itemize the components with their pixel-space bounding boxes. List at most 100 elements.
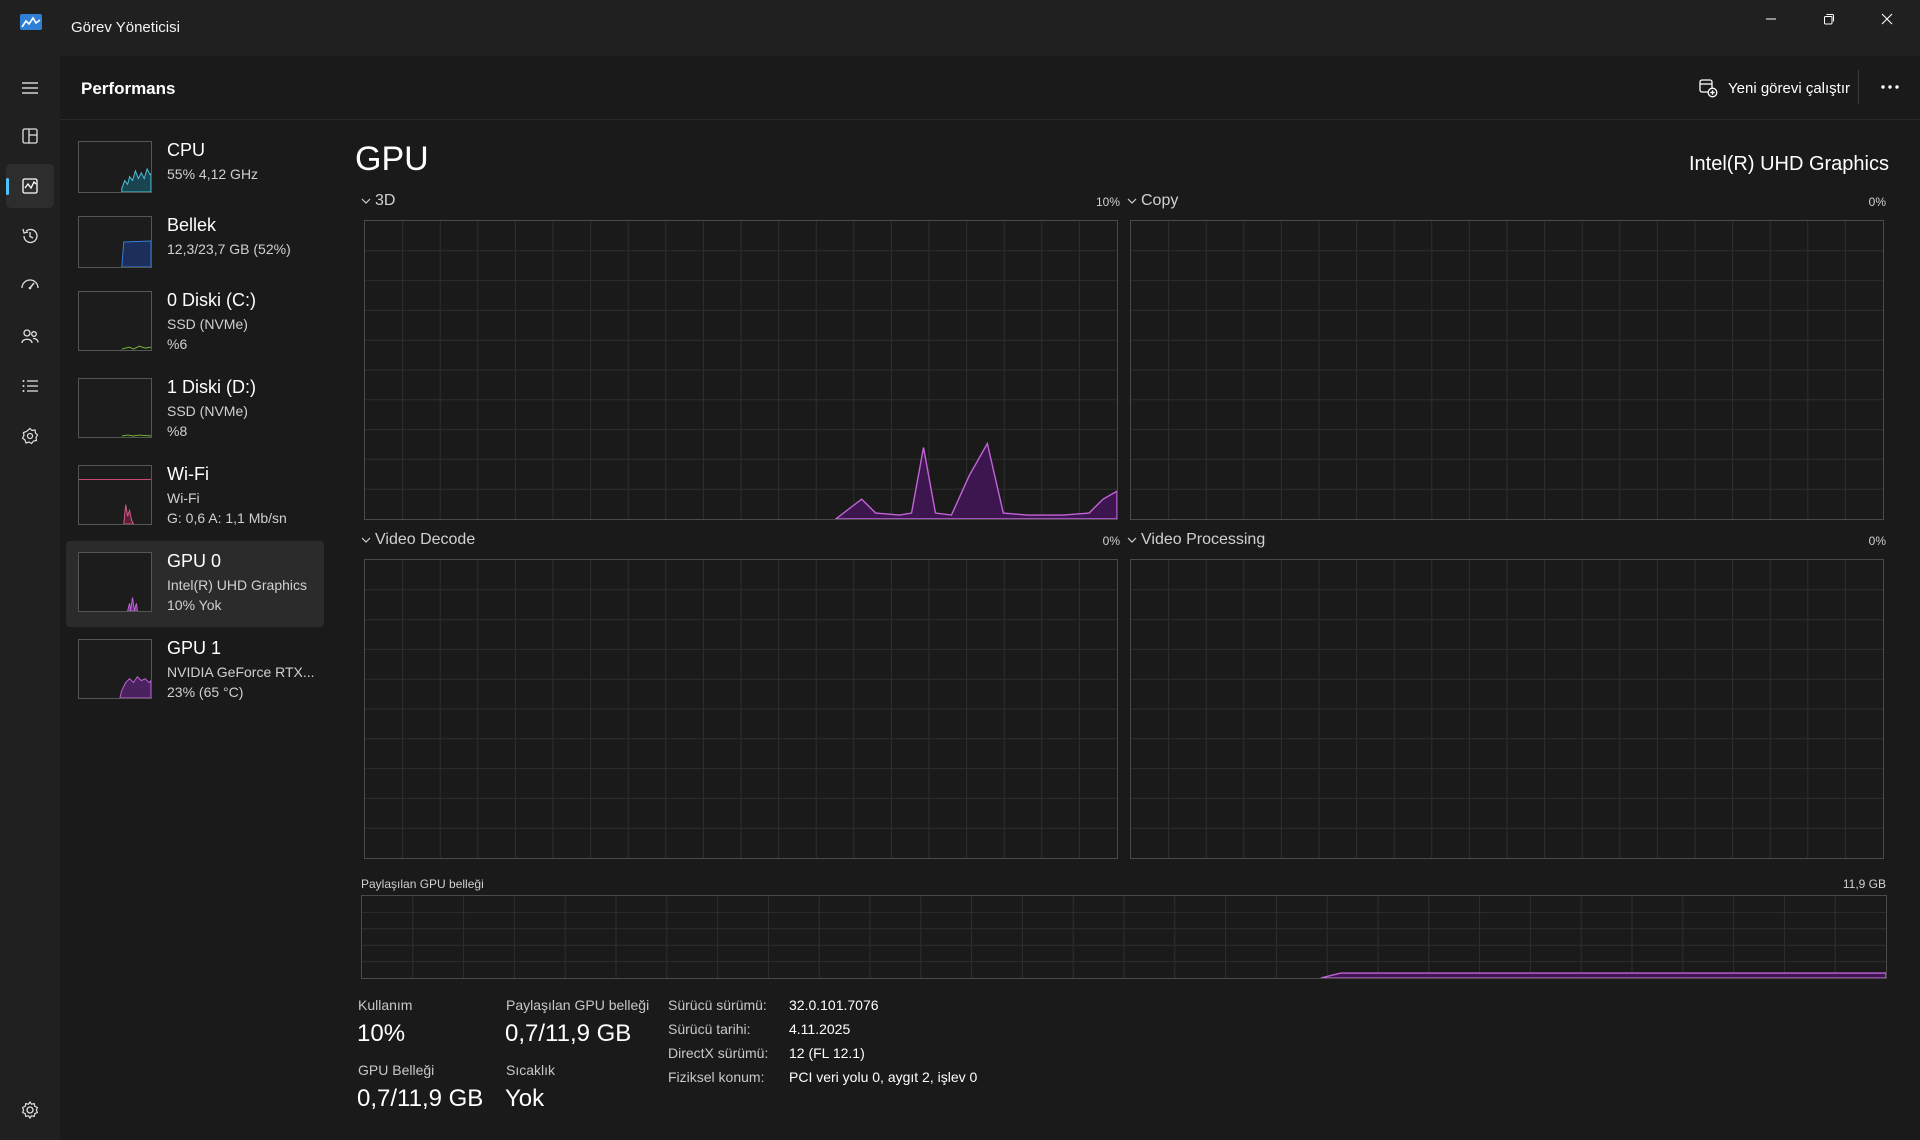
close-button[interactable] bbox=[1858, 0, 1916, 38]
engine-video-processing-selector[interactable]: Video Processing bbox=[1127, 531, 1265, 549]
engine-max-percent: 10% bbox=[1095, 195, 1120, 209]
page-title: Performans bbox=[81, 79, 176, 98]
gpu-0-thumbnail-graph bbox=[78, 552, 152, 612]
device-detail: NVIDIA GeForce RTX... bbox=[167, 664, 315, 680]
device-name: GPU 0 bbox=[167, 551, 222, 571]
nav-startup-apps[interactable] bbox=[6, 264, 54, 308]
gpu-model-name: Intel(R) UHD Graphics bbox=[1688, 153, 1889, 175]
navigation-rail bbox=[0, 56, 60, 1140]
nav-services[interactable] bbox=[6, 414, 54, 458]
shared-memory-graph bbox=[361, 895, 1887, 979]
run-new-task-icon bbox=[1699, 79, 1718, 98]
window-title: Görev Yöneticisi bbox=[71, 19, 180, 36]
chevron-down-icon bbox=[1127, 537, 1137, 543]
nav-details[interactable] bbox=[6, 364, 54, 408]
engine-3d-graph bbox=[364, 220, 1118, 520]
engine-label: Copy bbox=[1141, 192, 1179, 209]
temperature-label: Sıcaklık bbox=[506, 1062, 556, 1078]
device-gpu-1[interactable]: GPU 1 NVIDIA GeForce RTX... 23% (65 °C) bbox=[66, 628, 324, 714]
engine-copy-selector[interactable]: Copy bbox=[1127, 192, 1178, 210]
engine-3d-selector[interactable]: 3D bbox=[361, 192, 395, 210]
directx-version-label: DirectX sürümü: bbox=[668, 1045, 769, 1061]
engine-label: Video Decode bbox=[375, 531, 476, 548]
disk-d-thumbnail-graph bbox=[78, 378, 152, 438]
nav-performance[interactable] bbox=[6, 164, 54, 208]
driver-version-value: 32.0.101.7076 bbox=[789, 997, 879, 1013]
chevron-down-icon bbox=[1127, 198, 1137, 204]
nav-settings[interactable] bbox=[6, 1088, 54, 1132]
nav-selection-indicator bbox=[6, 178, 9, 195]
device-usage: %8 bbox=[167, 423, 188, 439]
gpu-title: GPU bbox=[355, 140, 429, 178]
device-name: Bellek bbox=[167, 215, 217, 235]
run-new-task-label: Yeni görevi çalıştır bbox=[1728, 79, 1851, 97]
engine-video-decode-selector[interactable]: Video Decode bbox=[361, 531, 475, 549]
performance-icon bbox=[22, 178, 38, 194]
device-name: 1 Diski (D:) bbox=[167, 377, 256, 397]
memory-thumbnail-graph bbox=[78, 216, 152, 268]
disk-c-thumbnail-graph bbox=[78, 291, 152, 351]
device-detail: 55% 4,12 GHz bbox=[167, 166, 259, 182]
device-memory[interactable]: Bellek 12,3/23,7 GB (52%) bbox=[66, 205, 324, 291]
run-new-task-button[interactable]: Yeni görevi çalıştır bbox=[1688, 72, 1860, 104]
device-disk-c[interactable]: 0 Diski (C:) SSD (NVMe) %6 bbox=[66, 280, 324, 366]
close-icon bbox=[1881, 13, 1893, 25]
title-bar: Görev Yöneticisi bbox=[0, 0, 1920, 56]
shared-memory-graph-label: Paylaşılan GPU belleği bbox=[361, 877, 484, 891]
gpu-memory-label: GPU Belleği bbox=[358, 1062, 435, 1078]
restore-button[interactable] bbox=[1800, 0, 1858, 38]
restore-icon bbox=[1824, 14, 1834, 25]
nav-app-history[interactable] bbox=[6, 214, 54, 258]
device-detail: Wi-Fi bbox=[167, 490, 200, 506]
services-icon bbox=[21, 427, 39, 445]
engine-max-percent: 0% bbox=[1102, 534, 1120, 548]
hamburger-menu-icon bbox=[22, 82, 38, 94]
device-usage: G: 0,6 A: 1,1 Mb/sn bbox=[167, 510, 287, 526]
engine-label: 3D bbox=[375, 192, 396, 209]
device-detail: 12,3/23,7 GB (52%) bbox=[167, 241, 291, 257]
users-icon bbox=[21, 329, 39, 344]
device-name: CPU bbox=[167, 140, 206, 160]
nav-processes[interactable] bbox=[6, 114, 54, 158]
minimize-icon bbox=[1766, 18, 1776, 20]
wifi-thumbnail-graph bbox=[78, 465, 152, 525]
device-wifi[interactable]: Wi-Fi Wi-Fi G: 0,6 A: 1,1 Mb/sn bbox=[66, 454, 324, 540]
driver-date-value: 4.11.2025 bbox=[789, 1021, 851, 1037]
startup-apps-icon bbox=[21, 279, 39, 290]
gpu-memory-value: 0,7/11,9 GB bbox=[357, 1085, 484, 1112]
device-usage: 23% (65 °C) bbox=[167, 684, 244, 700]
shared-memory-value: 0,7/11,9 GB bbox=[505, 1020, 632, 1047]
usage-label: Kullanım bbox=[358, 997, 413, 1013]
engine-max-percent: 0% bbox=[1868, 195, 1886, 209]
page-header: Performans Yeni görevi çalıştır bbox=[60, 56, 1920, 120]
driver-date-label: Sürücü tarihi: bbox=[668, 1021, 751, 1037]
device-name: Wi-Fi bbox=[167, 464, 209, 484]
nav-menu-toggle[interactable] bbox=[6, 66, 54, 110]
chevron-down-icon bbox=[361, 198, 371, 204]
device-gpu-0[interactable]: GPU 0 Intel(R) UHD Graphics 10% Yok bbox=[66, 541, 324, 627]
gpu-1-thumbnail-graph bbox=[78, 639, 152, 699]
minimize-button[interactable] bbox=[1742, 0, 1800, 38]
processes-icon bbox=[22, 128, 38, 144]
device-cpu[interactable]: CPU 55% 4,12 GHz bbox=[66, 130, 324, 216]
engine-copy-graph bbox=[1130, 220, 1884, 520]
more-options-button[interactable] bbox=[1872, 70, 1908, 104]
device-disk-d[interactable]: 1 Diski (D:) SSD (NVMe) %8 bbox=[66, 367, 324, 453]
physical-location-value: PCI veri yolu 0, aygıt 2, işlev 0 bbox=[789, 1069, 978, 1085]
cpu-thumbnail-graph bbox=[78, 141, 152, 193]
nav-users[interactable] bbox=[6, 314, 54, 358]
device-usage: %6 bbox=[167, 336, 188, 352]
details-icon bbox=[22, 380, 38, 392]
physical-location-label: Fiziksel konum: bbox=[668, 1069, 765, 1085]
device-usage: 10% Yok bbox=[167, 597, 222, 613]
header-divider bbox=[1858, 70, 1859, 104]
temperature-value: Yok bbox=[505, 1085, 545, 1112]
directx-version-value: 12 (FL 12.1) bbox=[789, 1045, 865, 1061]
shared-memory-usage-area bbox=[1320, 972, 1886, 978]
shared-memory-label: Paylaşılan GPU belleği bbox=[506, 997, 650, 1013]
engine-video-decode-graph bbox=[364, 559, 1118, 859]
engine-max-percent: 0% bbox=[1868, 534, 1886, 548]
device-detail: Intel(R) UHD Graphics bbox=[167, 577, 308, 593]
app-history-icon bbox=[22, 228, 38, 244]
settings-gear-icon bbox=[21, 1100, 39, 1120]
